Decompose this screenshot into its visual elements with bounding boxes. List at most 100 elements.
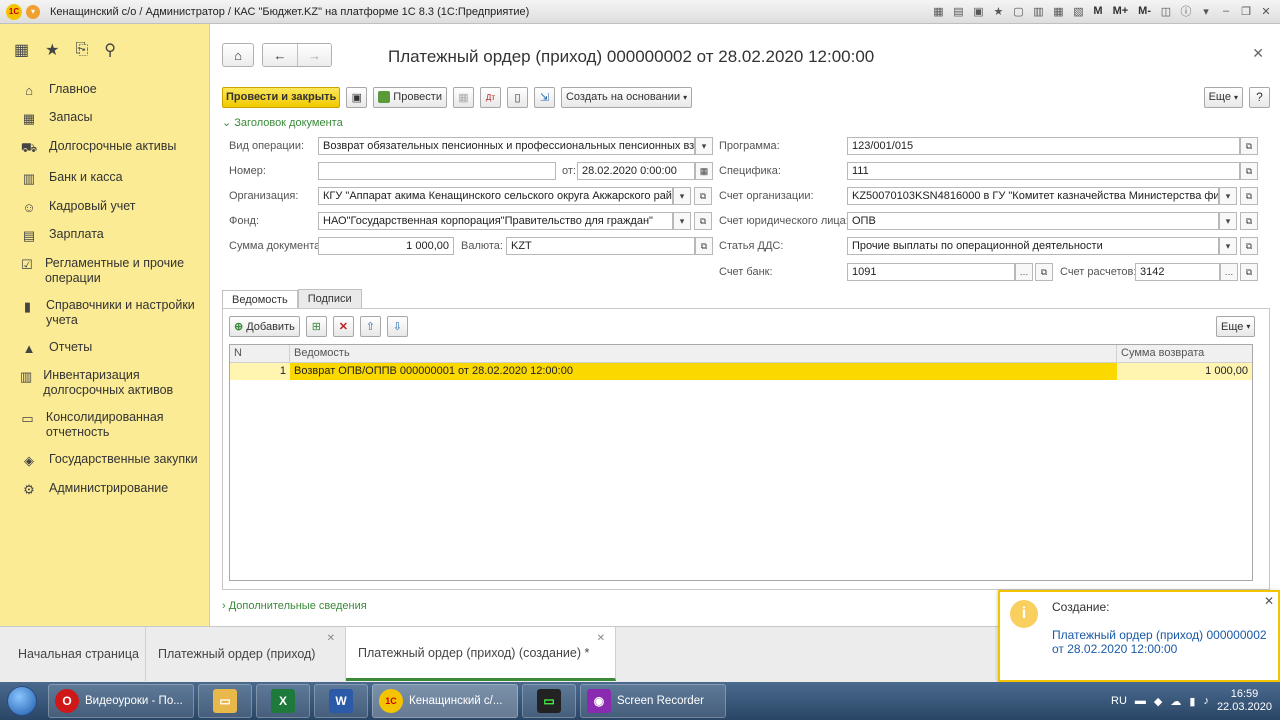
sidebar-item[interactable]: ⌂ Главное [0,76,209,104]
info-icon[interactable]: ⓘ [1178,3,1194,19]
col-n[interactable]: N [230,345,290,362]
spec-open-icon[interactable]: ⧉ [1240,162,1258,180]
cell-statement[interactable]: Возврат ОПВ/ОППВ 000000001 от 28.02.2020… [290,363,1117,380]
legal-account-open-icon[interactable]: ⧉ [1240,212,1258,230]
sum-field[interactable]: 1 000,00 [318,237,454,255]
favorites-star-icon[interactable]: ★ [45,40,59,60]
sidebar-item[interactable]: ⛟ Долгосрочные активы [0,133,209,164]
currency-field[interactable]: KZT [506,237,695,255]
tab-statement[interactable]: Ведомость [222,290,298,309]
taskbar-item-1c[interactable]: 1С Кенащинский с/... [372,684,518,718]
fund-open-icon[interactable]: ⧉ [694,212,712,230]
tab-payment-order-create[interactable]: Платежный ордер (приход) (создание) * ✕ [346,627,616,681]
additional-info-group[interactable]: › Дополнительные сведения [222,600,367,612]
legal-account-field[interactable]: ОПВ [847,212,1219,230]
clock[interactable]: 16:59 22.03.2020 [1217,688,1272,714]
close-tab-icon[interactable]: ✕ [597,633,605,644]
fund-field[interactable]: НАО"Государственная корпорация"Правитель… [318,212,673,230]
home-button[interactable]: ⌂ [222,43,254,67]
main-menu-icon[interactable]: ▾ [26,4,40,19]
search-icon[interactable]: ⚲ [104,40,116,60]
org-dropdown-icon[interactable]: ▾ [673,187,691,205]
dds-dropdown-icon[interactable]: ▾ [1219,237,1237,255]
close-form-icon[interactable]: ✕ [1252,45,1264,62]
fund-dropdown-icon[interactable]: ▾ [673,212,691,230]
memory-m-button[interactable]: M [1090,5,1105,17]
sidebar-item[interactable]: ⚙ Администрирование [0,475,209,504]
sidebar-item[interactable]: ▮ Справочники и настройки учета [0,292,209,334]
post-and-close-button[interactable]: Провести и закрыть [222,86,341,108]
tab-payment-order[interactable]: Платежный ордер (приход) ✕ [146,627,346,681]
structure-icon[interactable]: ⇲ [533,86,555,108]
settlement-field[interactable]: 3142 [1135,263,1220,281]
currency-open-icon[interactable]: ⧉ [695,237,713,255]
dds-field[interactable]: Прочие выплаты по операционной деятельно… [847,237,1219,255]
program-field[interactable]: 123/001/015 [847,137,1240,155]
more-button[interactable]: Еще ▾ [1203,86,1243,108]
restore-icon[interactable]: ❐ [1238,3,1254,19]
notification-link[interactable]: Платежный ордер (приход) 000000002 от 28… [1052,628,1278,656]
col-amount[interactable]: Сумма возврата [1117,345,1252,362]
copy-row-icon[interactable]: ⊞ [305,316,327,337]
move-down-icon[interactable]: ⇩ [386,316,408,337]
cell-amount[interactable]: 1 000,00 [1117,363,1252,380]
note-icon[interactable]: ▧ [1070,3,1086,19]
calc-icon[interactable]: ▦ [930,3,946,19]
add-row-button[interactable]: ⊕ Добавить [229,316,300,337]
sidebar-item[interactable]: ▥ Инвентаризация долгосрочных активов [0,362,209,404]
date-field[interactable]: 28.02.2020 0:00:00 [577,162,695,180]
org-account-open-icon[interactable]: ⧉ [1240,187,1258,205]
delete-row-icon[interactable]: ✕ [332,316,354,337]
back-arrow-icon[interactable]: ← [263,44,297,66]
org-open-icon[interactable]: ⧉ [694,187,712,205]
document-icon[interactable]: ▯ [506,86,528,108]
app-tray-icon[interactable]: ◆ [1154,695,1162,708]
close-window-icon[interactable]: ✕ [1258,3,1274,19]
minimize-icon[interactable]: – [1218,3,1234,19]
cloud-upload-icon[interactable]: ☁ [1170,695,1181,708]
forward-arrow-icon[interactable]: → [297,44,331,66]
calendar-icon[interactable]: ▦ [695,162,713,180]
bank-account-open-icon[interactable]: ⧉ [1035,263,1053,281]
cell-n[interactable]: 1 [230,363,290,380]
history-icon[interactable]: ▢ [1010,3,1026,19]
language-indicator[interactable]: RU [1111,695,1127,707]
sidebar-item[interactable]: ☺ Кадровый учет [0,193,209,221]
save-icon[interactable]: ▣ [346,86,368,108]
help-button[interactable]: ? [1249,86,1270,108]
settlement-open-icon[interactable]: ⧉ [1240,263,1258,281]
apps-grid-icon[interactable]: ▦ [14,40,29,60]
org-field[interactable]: КГУ "Аппарат акима Кенащинского сельског… [318,187,673,205]
calculator-icon[interactable]: ▦ [1050,3,1066,19]
panel-icon[interactable]: ◫ [1158,3,1174,19]
copy-icon[interactable]: ▣ [970,3,986,19]
program-open-icon[interactable]: ⧉ [1240,137,1258,155]
spec-field[interactable]: 111 [847,162,1240,180]
taskbar-item-monitor[interactable]: ▭ [522,684,576,718]
history-icon[interactable]: ⎘ [75,41,88,59]
group-header[interactable]: ⌄ Заголовок документа [222,116,343,129]
dt-kt-icon[interactable]: Дт [479,86,501,108]
sidebar-item[interactable]: ▲ Отчеты [0,334,209,362]
volume-icon[interactable]: ♪ [1203,695,1209,707]
taskbar-item-word[interactable]: W [314,684,368,718]
org-account-field[interactable]: KZ50070103KSN4816000 в ГУ "Комитет казна… [847,187,1219,205]
sidebar-item[interactable]: ▤ Зарплата [0,221,209,250]
dropdown-icon[interactable]: ▾ [1198,3,1214,19]
org-account-dropdown-icon[interactable]: ▾ [1219,187,1237,205]
sidebar-item[interactable]: ▭ Консолидированная отчетность [0,404,209,446]
tab-home-page[interactable]: Начальная страница [6,627,146,681]
app-logo-icon[interactable]: 1С [6,3,22,20]
legal-account-dropdown-icon[interactable]: ▾ [1219,212,1237,230]
post-button[interactable]: Провести [373,86,447,108]
favorite-icon[interactable]: ★ [990,3,1006,19]
memory-plus-button[interactable]: M+ [1110,5,1132,17]
start-button[interactable] [0,683,44,719]
op-type-dropdown-icon[interactable]: ▾ [695,137,713,155]
col-statement[interactable]: Ведомость [290,345,1117,362]
dds-open-icon[interactable]: ⧉ [1240,237,1258,255]
sidebar-item[interactable]: ☑ Регламентные и прочие операции [0,250,209,292]
settlement-select-icon[interactable]: … [1220,263,1238,281]
copy-doc-icon[interactable]: ▦ [452,86,474,108]
print-icon[interactable]: ▤ [950,3,966,19]
